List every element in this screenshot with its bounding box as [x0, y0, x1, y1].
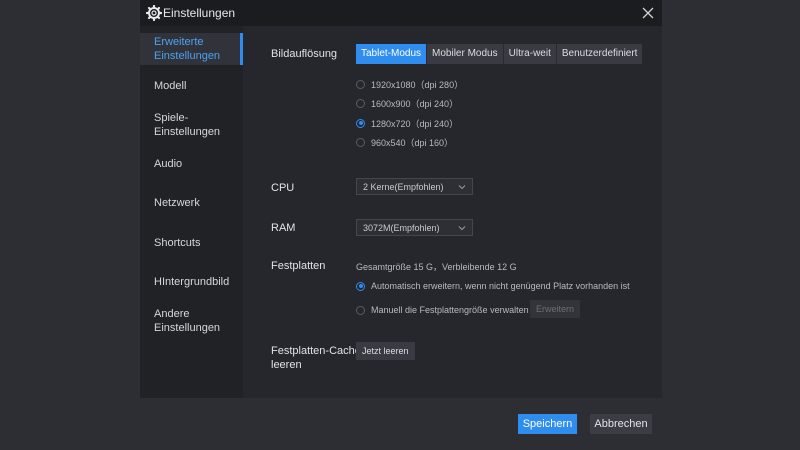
cancel-button[interactable]: Abbrechen	[590, 414, 652, 434]
nav-item-erweiterte-einstellungen[interactable]: Erweiterte Einstellungen	[140, 33, 243, 65]
backdrop-right	[660, 0, 800, 450]
nav-item-label: Audio	[154, 158, 183, 170]
nav-item-label: Einstellungen	[154, 126, 221, 138]
nav-item-andere-einstellungen[interactable]: Andere Einstellungen	[140, 307, 243, 335]
resolution-option-1280x720[interactable]: 1280x720（dpi 240）	[356, 116, 458, 130]
nav-item-shortcuts[interactable]: Shortcuts	[140, 236, 243, 250]
resolution-option-1600x900[interactable]: 1600x900（dpi 240）	[356, 96, 458, 110]
window-title: Einstellungen	[163, 6, 236, 20]
cpu-select[interactable]: 2 Kerne(Empfohlen)	[356, 178, 473, 195]
nav-item-label: Einstellungen	[154, 50, 221, 62]
radio-label: Automatisch erweitern, wenn nicht genüge…	[371, 281, 630, 291]
nav-item-label: Andere	[154, 308, 190, 320]
nav-item-label: HIntergrundbild	[154, 276, 230, 288]
settings-nav: Erweiterte Einstellungen Modell Spiele- …	[140, 26, 243, 398]
ram-select[interactable]: 3072M(Empfohlen)	[356, 219, 473, 236]
gear-icon	[146, 5, 162, 21]
title-bar: Einstellungen	[140, 0, 662, 26]
resolution-label: Bildauflösung	[271, 48, 338, 60]
radio-label: Manuell die Festplattengröße verwalten	[371, 305, 529, 315]
radio-button[interactable]	[356, 305, 365, 315]
nav-item-label: Spiele-	[154, 112, 189, 124]
settings-dialog: Einstellungen Erweiterte Einstellungen M…	[140, 0, 662, 450]
ram-label: RAM	[271, 222, 296, 234]
disk-option-manual[interactable]: Manuell die Festplattengröße verwalten	[356, 303, 529, 317]
nav-item-audio[interactable]: Audio	[140, 157, 243, 171]
radio-button[interactable]	[356, 137, 365, 147]
mode-custom-button[interactable]: Benutzerdefiniert	[557, 44, 643, 64]
cpu-select-value: 2 Kerne(Empfohlen)	[363, 182, 444, 192]
cache-label: Festplatten-Cache leeren	[271, 344, 361, 372]
radio-button[interactable]	[356, 79, 365, 89]
chevron-down-icon	[458, 226, 466, 231]
nav-item-spiele-einstellungen[interactable]: Spiele- Einstellungen	[140, 111, 243, 139]
cpu-label: CPU	[271, 182, 295, 194]
cache-label-line: Festplatten-Cache	[271, 345, 361, 357]
dialog-footer: Speichern Abbrechen	[140, 398, 662, 450]
nav-item-label: Netzwerk	[154, 197, 200, 209]
disk-size-info: Gesamtgröße 15 G，Verbleibende 12 G	[356, 262, 517, 272]
nav-item-label: Erweiterte	[154, 36, 204, 48]
save-button[interactable]: Speichern	[518, 414, 577, 434]
radio-label: 960x540（dpi 160）	[371, 137, 454, 148]
chevron-down-icon	[458, 185, 466, 190]
mode-mobile-button[interactable]: Mobiler Modus	[427, 44, 504, 64]
radio-label: 1920x1080（dpi 280）	[371, 79, 464, 90]
radio-button-checked[interactable]	[356, 118, 365, 128]
radio-button-checked[interactable]	[356, 281, 365, 291]
clear-cache-button[interactable]: Jetzt leeren	[356, 342, 415, 360]
radio-button[interactable]	[356, 98, 365, 108]
cache-label-line: leeren	[271, 359, 302, 371]
mode-ultrawide-button[interactable]: Ultra-weit	[504, 44, 557, 64]
nav-item-hintergrundbild[interactable]: HIntergrundbild	[140, 275, 243, 289]
nav-item-label: Shortcuts	[154, 237, 201, 249]
resolution-mode-switch: Tablet-Modus Mobiler Modus Ultra-weit Be…	[356, 44, 643, 64]
mode-tablet-button[interactable]: Tablet-Modus	[356, 44, 428, 64]
resolution-option-960x540[interactable]: 960x540（dpi 160）	[356, 135, 453, 149]
nav-item-netzwerk[interactable]: Netzwerk	[140, 196, 243, 210]
close-icon[interactable]	[640, 5, 656, 21]
disk-option-auto[interactable]: Automatisch erweitern, wenn nicht genüge…	[356, 279, 630, 293]
nav-item-modell[interactable]: Modell	[140, 79, 243, 93]
expand-disk-button[interactable]: Erweitern	[530, 300, 581, 318]
resolution-option-1920x1080[interactable]: 1920x1080（dpi 280）	[356, 77, 463, 91]
nav-item-label: Einstellungen	[154, 322, 221, 334]
radio-label: 1600x900（dpi 240）	[371, 98, 459, 109]
backdrop-left	[0, 0, 140, 450]
radio-label: 1280x720（dpi 240）	[371, 118, 459, 129]
settings-content: Bildauflösung Tablet-Modus Mobiler Modus…	[243, 26, 662, 398]
nav-item-label: Modell	[154, 80, 187, 92]
disk-label: Festplatten	[271, 260, 326, 272]
ram-select-value: 3072M(Empfohlen)	[363, 223, 440, 233]
